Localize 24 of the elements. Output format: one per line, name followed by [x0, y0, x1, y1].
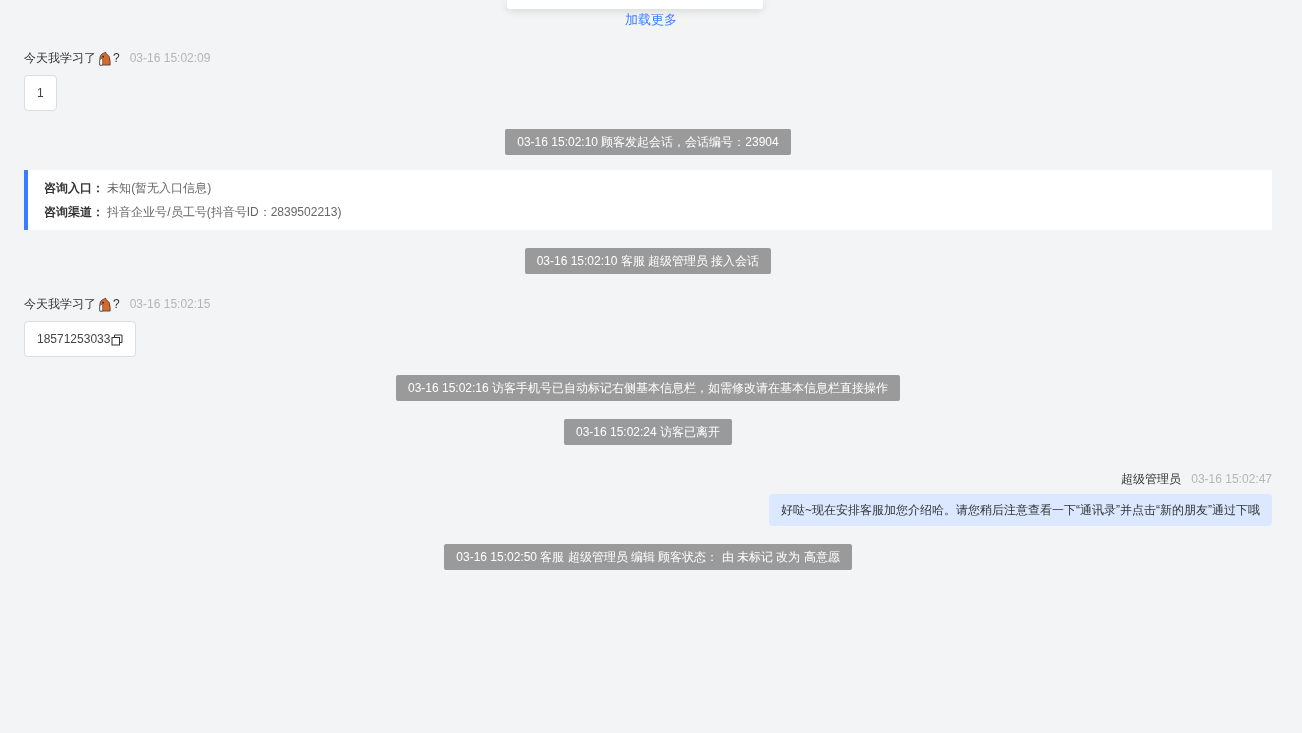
system-notice: 03-16 15:02:10 客服 超级管理员 接入会话	[524, 248, 772, 274]
horse-head-icon	[97, 296, 112, 312]
info-label: 咨询渠道：	[44, 205, 104, 219]
message-time: 03-16 15:02:15	[129, 296, 211, 313]
message-bubble: 好哒~现在安排客服加您介绍哈。请您稍后注意查看一下“通讯录”并点击“新的朋友”通过下哦	[769, 494, 1272, 526]
visitor-name: 今天我学习了	[24, 296, 96, 313]
visitor-name: 今天我学习了	[24, 50, 96, 67]
info-label: 咨询入口：	[44, 181, 104, 195]
system-notice: 03-16 15:02:24 访客已离开	[563, 419, 733, 445]
message-text: 1	[37, 85, 44, 102]
system-notice: 03-16 15:02:10 顾客发起会话，会话编号：23904	[505, 129, 791, 155]
info-value: 抖音企业号/员工号(抖音号ID：2839502213)	[107, 205, 342, 219]
message-time: 03-16 15:02:09	[129, 50, 211, 67]
name-suffix: ?	[113, 296, 120, 313]
copy-icon[interactable]	[111, 333, 124, 346]
horse-head-icon	[97, 50, 112, 66]
message-time: 03-16 15:02:47	[1191, 471, 1272, 488]
system-notice: 03-16 15:02:16 访客手机号已自动标记右侧基本信息栏，如需修改请在基本信息栏直接操作	[395, 375, 901, 401]
load-more-link[interactable]: 加载更多	[625, 12, 677, 28]
message-text: 18571253033	[37, 331, 111, 348]
system-notice: 03-16 15:02:50 客服 超级管理员 编辑 顾客状态： 由 未标记 改为 高意愿	[444, 544, 852, 570]
info-value: 未知(暂无入口信息)	[107, 181, 212, 195]
name-suffix: ?	[113, 50, 120, 67]
agent-name: 超级管理员	[1121, 471, 1182, 488]
